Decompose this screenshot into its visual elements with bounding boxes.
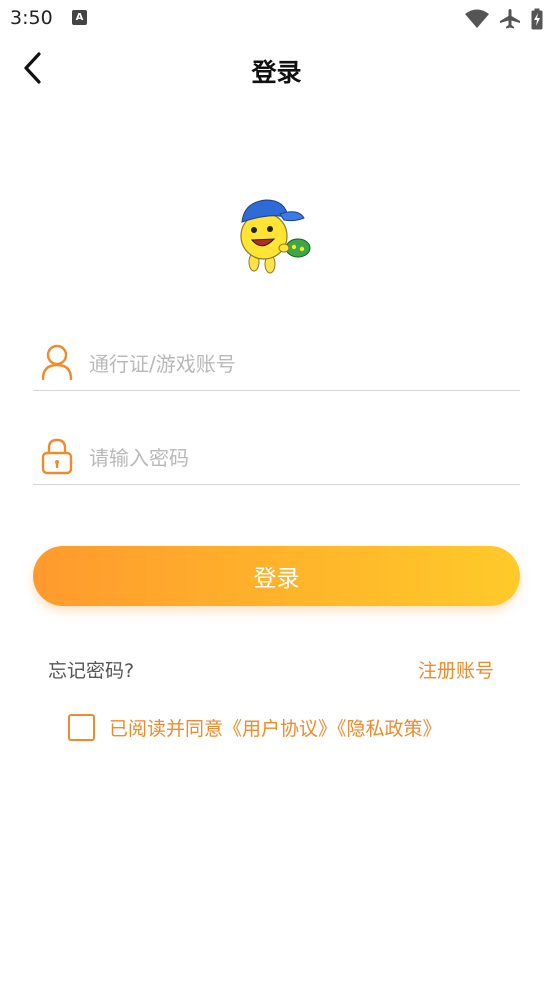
status-bar: 3:50 A xyxy=(0,0,553,40)
wifi-icon xyxy=(465,9,489,28)
airplane-icon xyxy=(500,9,520,29)
register-link[interactable]: 注册账号 xyxy=(418,656,494,683)
password-input[interactable] xyxy=(89,441,509,475)
lock-icon xyxy=(41,438,73,475)
forgot-password-link[interactable]: 忘记密码? xyxy=(48,656,134,683)
user-agreement-link[interactable]: 《用户协议》 xyxy=(223,718,337,740)
password-field xyxy=(33,429,520,485)
notification-a-icon: A xyxy=(72,10,87,25)
agreement-checkbox[interactable] xyxy=(68,713,95,741)
header: 登录 xyxy=(0,40,553,96)
status-icons xyxy=(465,8,543,30)
privacy-policy-link[interactable]: 《隐私政策》 xyxy=(337,718,442,740)
account-field xyxy=(33,335,520,391)
mascot-logo xyxy=(240,199,311,274)
agreement-text: 已阅读并同意《用户协议》《隐私政策》 xyxy=(109,714,442,741)
agreement-row: 已阅读并同意《用户协议》《隐私政策》 xyxy=(68,712,442,742)
agreement-prefix: 已阅读并同意 xyxy=(109,717,224,740)
login-button[interactable]: 登录 xyxy=(33,546,520,606)
user-icon xyxy=(41,344,73,381)
battery-icon xyxy=(531,8,543,30)
status-time: 3:50 xyxy=(10,7,53,29)
account-input[interactable] xyxy=(89,347,509,381)
page-title: 登录 xyxy=(251,58,302,87)
